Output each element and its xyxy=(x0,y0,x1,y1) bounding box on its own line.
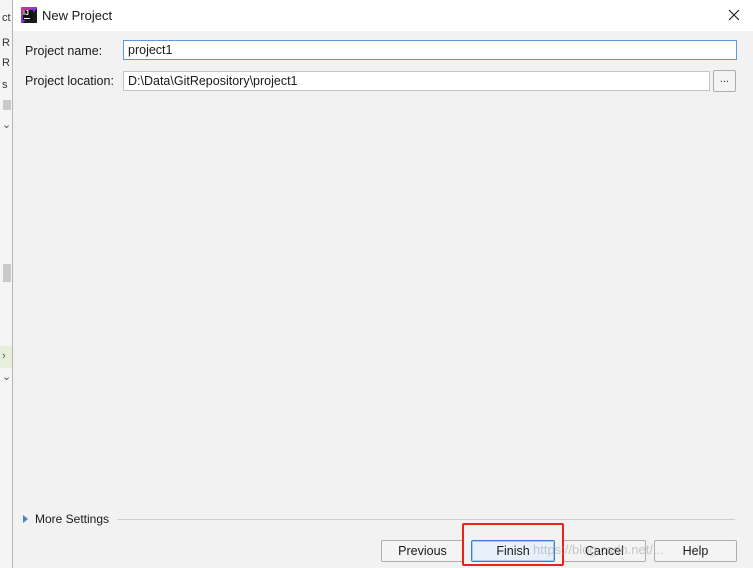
browse-button[interactable]: ... xyxy=(713,70,736,92)
bg-text: ct xyxy=(2,12,11,24)
new-project-dialog: IJ New Project Project name: Project loc… xyxy=(12,0,753,568)
finish-button[interactable]: Finish xyxy=(471,540,555,562)
project-location-input[interactable] xyxy=(123,71,710,91)
bg-text: R xyxy=(2,37,10,49)
title-bar: IJ New Project xyxy=(13,0,753,31)
chevron-down-icon: ⌄ xyxy=(2,119,12,131)
project-name-label: Project name: xyxy=(25,44,103,58)
close-icon[interactable] xyxy=(725,6,743,24)
more-settings-label: More Settings xyxy=(35,512,110,526)
intellij-idea-icon: IJ xyxy=(21,7,37,23)
project-location-label: Project location: xyxy=(25,74,114,88)
more-settings-toggle[interactable]: More Settings xyxy=(23,511,109,527)
cancel-button[interactable]: Cancel xyxy=(563,540,646,562)
help-button[interactable]: Help xyxy=(654,540,737,562)
chevron-down-icon: ⌄ xyxy=(2,371,12,383)
bg-block xyxy=(3,100,11,110)
previous-button[interactable]: Previous xyxy=(381,540,464,562)
triangle-right-icon xyxy=(23,515,28,523)
dialog-title: New Project xyxy=(42,8,113,23)
project-name-input[interactable] xyxy=(123,40,737,60)
bg-text: s xyxy=(2,79,8,91)
bg-block xyxy=(3,264,11,282)
chevron-right-icon: › xyxy=(2,350,6,362)
separator xyxy=(117,519,735,520)
bg-text: R xyxy=(2,57,10,69)
